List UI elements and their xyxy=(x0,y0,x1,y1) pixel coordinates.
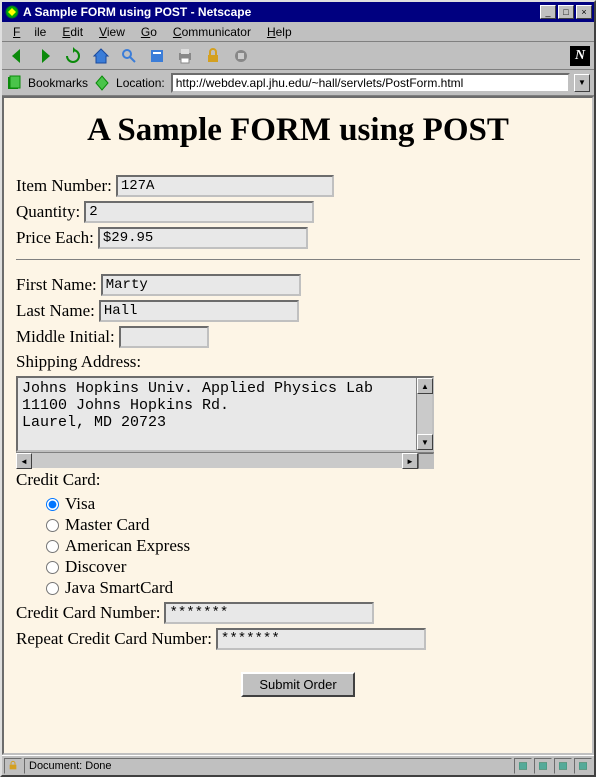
scroll-down-button[interactable]: ▼ xyxy=(417,434,433,450)
menu-bar: File Edit View Go Communicator Help xyxy=(2,22,594,42)
radio-visa[interactable] xyxy=(46,498,59,511)
first-name-input[interactable] xyxy=(101,274,301,296)
security-button[interactable] xyxy=(202,45,224,67)
netscape-logo: N xyxy=(570,46,590,66)
menu-edit[interactable]: Edit xyxy=(55,23,90,41)
radio-javasmartcard[interactable] xyxy=(46,582,59,595)
middle-initial-input[interactable] xyxy=(119,326,209,348)
scroll-track-h[interactable] xyxy=(32,453,402,468)
scroll-corner xyxy=(418,453,434,469)
app-icon xyxy=(4,4,20,20)
shipping-address-input[interactable] xyxy=(18,378,416,450)
location-icon xyxy=(94,75,110,91)
menu-communicator[interactable]: Communicator xyxy=(166,23,258,41)
radio-visa-label: Visa xyxy=(65,494,95,514)
close-button[interactable]: × xyxy=(576,5,592,19)
cc-number-label: Credit Card Number: xyxy=(16,603,160,623)
textarea-hscrollbar[interactable]: ◄ ► xyxy=(16,452,434,468)
shipping-address-wrap: ▲ ▼ ◄ ► xyxy=(16,376,580,468)
minimize-button[interactable]: _ xyxy=(540,5,556,19)
status-icon xyxy=(4,758,22,774)
price-each-label: Price Each: xyxy=(16,228,94,248)
menu-help[interactable]: Help xyxy=(260,23,299,41)
netscape-window: A Sample FORM using POST - Netscape _ □ … xyxy=(0,0,596,777)
home-button[interactable] xyxy=(90,45,112,67)
window-title: A Sample FORM using POST - Netscape xyxy=(23,5,540,19)
item-number-label: Item Number: xyxy=(16,176,112,196)
scroll-right-button[interactable]: ► xyxy=(402,453,418,469)
middle-initial-label: Middle Initial: xyxy=(16,327,115,347)
credit-card-label: Credit Card: xyxy=(16,470,580,490)
status-comp-icon[interactable] xyxy=(534,758,552,774)
cc-repeat-label: Repeat Credit Card Number: xyxy=(16,629,212,649)
radio-mastercard-label: Master Card xyxy=(65,515,150,535)
window-buttons: _ □ × xyxy=(540,5,592,19)
page-content: A Sample FORM using POST Item Number: Qu… xyxy=(2,96,594,755)
menu-view[interactable]: View xyxy=(92,23,132,41)
divider xyxy=(16,259,580,260)
radio-discover-label: Discover xyxy=(65,557,126,577)
credit-card-options: Visa Master Card American Express Discov… xyxy=(46,494,580,598)
radio-javasmartcard-label: Java SmartCard xyxy=(65,578,173,598)
url-dropdown-button[interactable]: ▼ xyxy=(574,74,590,92)
cc-repeat-input[interactable] xyxy=(216,628,426,650)
radio-mastercard[interactable] xyxy=(46,519,59,532)
scroll-track[interactable] xyxy=(417,394,432,434)
status-book-icon[interactable] xyxy=(554,758,572,774)
status-text: Document: Done xyxy=(24,758,512,774)
status-group-icon[interactable] xyxy=(574,758,592,774)
shipping-address-label: Shipping Address: xyxy=(16,352,580,372)
url-input[interactable] xyxy=(171,73,570,93)
radio-discover[interactable] xyxy=(46,561,59,574)
back-button[interactable] xyxy=(6,45,28,67)
guide-button[interactable] xyxy=(146,45,168,67)
item-number-input[interactable] xyxy=(116,175,334,197)
toolbar: N xyxy=(2,42,594,70)
radio-amex[interactable] xyxy=(46,540,59,553)
reload-button[interactable] xyxy=(62,45,84,67)
first-name-label: First Name: xyxy=(16,275,97,295)
status-bar: Document: Done xyxy=(2,755,594,775)
submit-button[interactable]: Submit Order xyxy=(241,672,354,697)
search-button[interactable] xyxy=(118,45,140,67)
status-mail-icon[interactable] xyxy=(514,758,532,774)
stop-button[interactable] xyxy=(230,45,252,67)
menu-file[interactable]: File xyxy=(6,23,53,41)
radio-amex-label: American Express xyxy=(65,536,190,556)
forward-button[interactable] xyxy=(34,45,56,67)
scroll-left-button[interactable]: ◄ xyxy=(16,453,32,469)
bookmarks-label[interactable]: Bookmarks xyxy=(26,76,90,90)
page-heading: A Sample FORM using POST xyxy=(16,112,580,149)
menu-go[interactable]: Go xyxy=(134,23,164,41)
quantity-label: Quantity: xyxy=(16,202,80,222)
bookmarks-icon[interactable] xyxy=(6,75,22,91)
print-button[interactable] xyxy=(174,45,196,67)
last-name-input[interactable] xyxy=(99,300,299,322)
maximize-button[interactable]: □ xyxy=(558,5,574,19)
price-each-input[interactable] xyxy=(98,227,308,249)
title-bar: A Sample FORM using POST - Netscape _ □ … xyxy=(2,2,594,22)
location-label: Location: xyxy=(114,76,167,90)
last-name-label: Last Name: xyxy=(16,301,95,321)
quantity-input[interactable] xyxy=(84,201,314,223)
scroll-up-button[interactable]: ▲ xyxy=(417,378,433,394)
textarea-vscrollbar[interactable]: ▲ ▼ xyxy=(416,378,432,450)
cc-number-input[interactable] xyxy=(164,602,374,624)
location-bar: Bookmarks Location: ▼ xyxy=(2,70,594,96)
